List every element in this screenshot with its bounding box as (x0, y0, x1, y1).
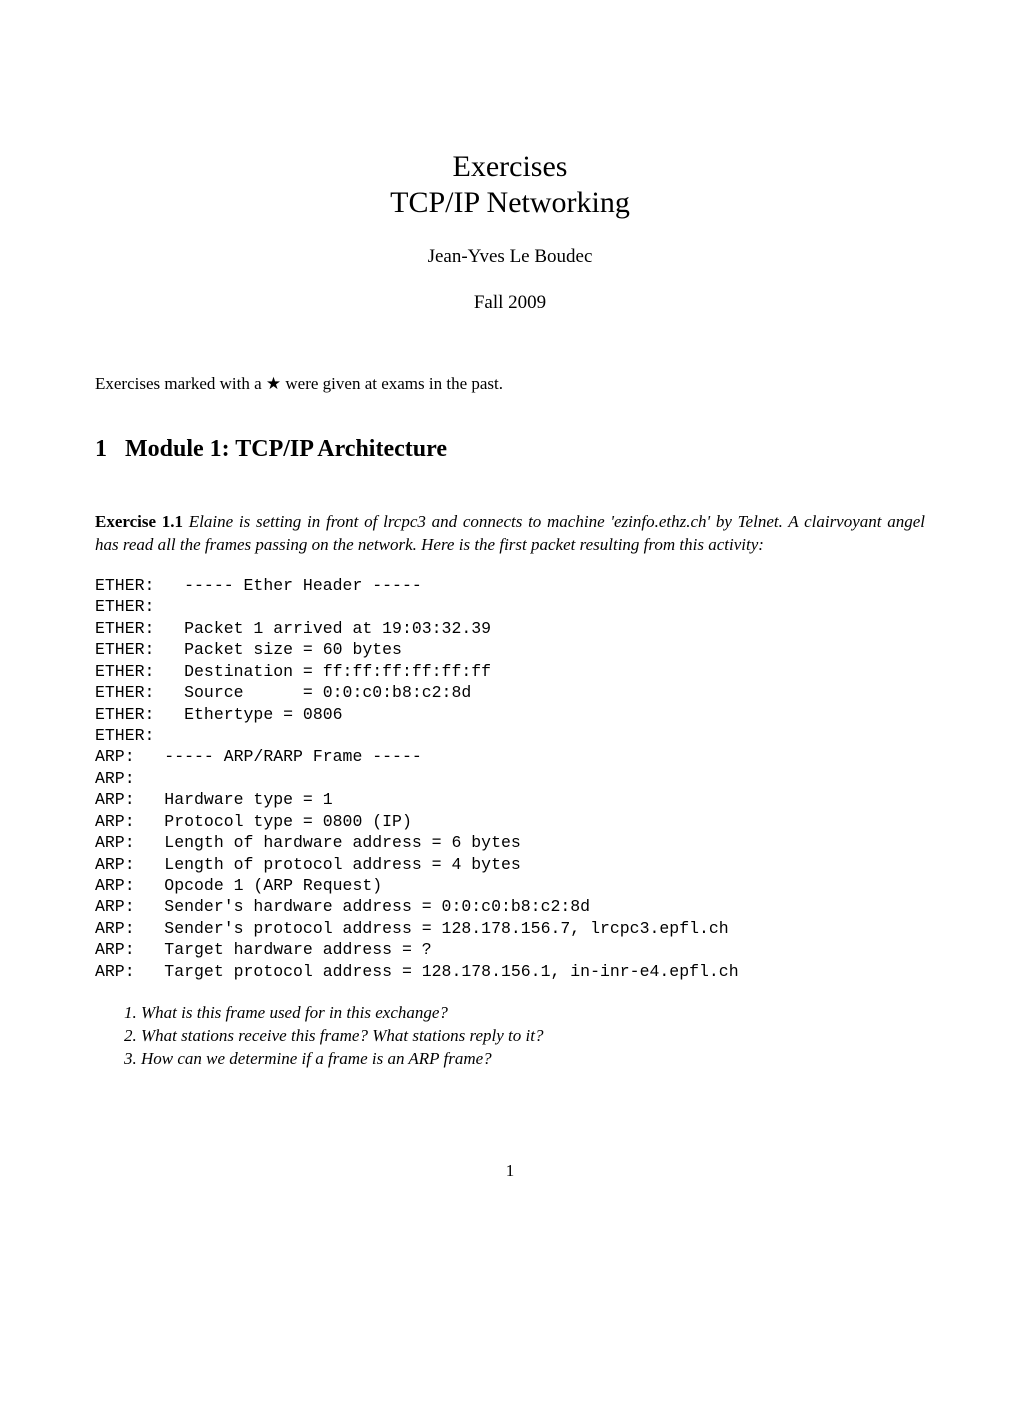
exercise-paragraph: Exercise 1.1 Elaine is setting in front … (95, 511, 925, 557)
section-number: 1 (95, 436, 107, 462)
document-title-line2: TCP/IP Networking (95, 186, 925, 220)
question-list: What is this frame used for in this exch… (95, 1002, 925, 1071)
document-title-line1: Exercises (95, 150, 925, 184)
question-item: What stations receive this frame? What s… (141, 1025, 925, 1048)
section-title: Module 1: TCP/IP Architecture (125, 436, 447, 462)
question-item: What is this frame used for in this exch… (141, 1002, 925, 1025)
packet-dump: ETHER: ----- Ether Header ----- ETHER: E… (95, 575, 925, 982)
intro-text-after: were given at exams in the past. (281, 374, 503, 393)
intro-text-before: Exercises marked with a (95, 374, 266, 393)
section-heading: 1 Module 1: TCP/IP Architecture (95, 436, 925, 463)
page: Exercises TCP/IP Networking Jean-Yves Le… (0, 0, 1020, 1241)
question-item: How can we determine if a frame is an AR… (141, 1048, 925, 1071)
page-number: 1 (95, 1161, 925, 1181)
star-icon: ★ (266, 374, 281, 393)
intro-paragraph: Exercises marked with a ★ were given at … (95, 374, 925, 394)
author: Jean-Yves Le Boudec (95, 246, 925, 268)
date: Fall 2009 (95, 292, 925, 314)
exercise-text: Elaine is setting in front of lrcpc3 and… (95, 512, 925, 554)
exercise-label: Exercise 1.1 (95, 512, 183, 531)
